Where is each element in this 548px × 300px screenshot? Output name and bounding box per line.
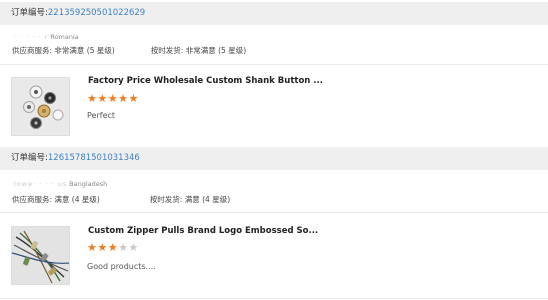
star-icon: ★ (87, 241, 98, 254)
order-number-link[interactable]: 221359250501022629 (48, 8, 145, 18)
buyer-country: Romania (50, 33, 79, 41)
divider (0, 64, 548, 65)
star-empty-icon: ★ (118, 241, 129, 254)
seller-ratings: 供应商服务: 非常满意 (5 星级) 按时发货: 非常满意 (5 星级) (12, 45, 246, 56)
seller-ratings: 供应商服务: 满意 (4 星级) 按时发货: 满意 (4 星级) (12, 194, 230, 205)
divider (0, 298, 548, 299)
review-text: Good products.... (87, 262, 156, 271)
buyer-info: · · · · · r Romania (14, 33, 79, 41)
buyer-name: · · · · · r (14, 33, 49, 41)
star-icon: ★ (107, 241, 119, 254)
star-rating: ★★★★★ (87, 93, 139, 105)
supplier-service-rating: 供应商服务: 满意 (4 星级) (12, 195, 100, 204)
delivery-rating: 按时发货: 满意 (4 星级) (149, 195, 231, 204)
buyer-info: lowe· · · · us Bangladesh (14, 180, 107, 188)
order-header: 订单编号:221359250501022629 (0, 2, 548, 25)
buyer-name: lowe· · · · us (14, 180, 68, 188)
supplier-service-rating: 供应商服务: 非常满意 (5 星级) (12, 46, 115, 55)
order-number-label: 订单编号: (11, 8, 48, 18)
buyer-country: Bangladesh (69, 180, 108, 188)
star-rating: ★★★★★ (87, 242, 139, 254)
star-icon: ★ (107, 92, 119, 105)
review-text: Perfect (87, 111, 116, 120)
delivery-rating: 按时发货: 非常满意 (5 星级) (150, 46, 247, 55)
order-number-link[interactable]: 12615781501031346 (48, 153, 140, 163)
order-header: 订单编号:12615781501031346 (0, 147, 548, 170)
product-thumbnail[interactable] (11, 77, 70, 136)
star-empty-icon: ★ (128, 241, 139, 254)
star-icon: ★ (118, 92, 129, 105)
divider (0, 212, 548, 213)
star-icon: ★ (128, 92, 139, 105)
star-icon: ★ (97, 241, 108, 254)
product-title-link[interactable]: Factory Price Wholesale Custom Shank But… (88, 76, 323, 86)
product-thumbnail[interactable] (11, 226, 70, 285)
star-icon: ★ (97, 92, 108, 105)
order-number-label: 订单编号: (11, 153, 48, 163)
star-icon: ★ (87, 92, 98, 105)
product-title-link[interactable]: Custom Zipper Pulls Brand Logo Embossed … (88, 226, 318, 236)
